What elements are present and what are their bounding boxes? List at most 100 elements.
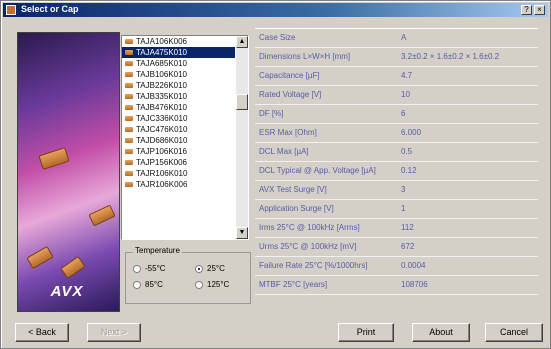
- property-row: Dimensions L×W×H [mm] 3.2±0.2 × 1.6±0.2 ×…: [255, 48, 538, 67]
- window-title: Select or Cap: [21, 4, 79, 14]
- property-value: 10: [401, 90, 410, 99]
- chip-graphic: [60, 255, 86, 280]
- list-item[interactable]: TAJA106K006: [122, 36, 248, 47]
- property-value: 1: [401, 204, 406, 213]
- property-label: Irms 25°C @ 100kHz [Arms]: [259, 223, 360, 232]
- property-row: Failure Rate 25°C [%/1000hrs] 0.0004: [255, 257, 538, 276]
- property-label: Application Surge [V]: [259, 204, 334, 213]
- property-row: DCL Typical @ App. Voltage [µA] 0.12: [255, 162, 538, 181]
- about-button[interactable]: About: [412, 323, 470, 342]
- list-item[interactable]: TAJR106K010: [122, 168, 248, 179]
- print-button[interactable]: Print: [338, 323, 394, 342]
- scroll-down-button[interactable]: ▼: [236, 227, 248, 239]
- temp-option-85[interactable]: 85°C: [133, 280, 163, 290]
- title-bar[interactable]: Select or Cap ? ×: [3, 3, 548, 17]
- capacitor-icon: [125, 83, 133, 88]
- capacitor-icon: [125, 138, 133, 143]
- list-item[interactable]: TAJC336K010: [122, 113, 248, 124]
- radio-icon: [133, 281, 141, 289]
- property-value: 6: [401, 109, 406, 118]
- list-item[interactable]: TAJB476K010: [122, 102, 248, 113]
- list-item-label: TAJP106K016: [136, 147, 187, 156]
- property-value: 0.5: [401, 147, 413, 156]
- property-value: 3.2±0.2 × 1.6±0.2 × 1.6±0.2: [401, 52, 500, 61]
- list-item[interactable]: TAJP156K006: [122, 157, 248, 168]
- list-scrollbar[interactable]: ▲ ▼: [236, 36, 248, 239]
- list-item[interactable]: TAJB335K010: [122, 91, 248, 102]
- scroll-up-button[interactable]: ▲: [236, 36, 248, 48]
- scroll-thumb[interactable]: [236, 94, 248, 110]
- property-row: DCL Max [µA] 0.5: [255, 143, 538, 162]
- list-item-label: TAJA475K010: [136, 48, 187, 57]
- property-value: 6.000: [401, 128, 422, 137]
- back-button[interactable]: < Back: [15, 323, 69, 342]
- list-item-label: TAJA685K010: [136, 59, 187, 68]
- property-value: 108706: [401, 280, 428, 289]
- group-frame: [125, 252, 251, 304]
- capacitor-icon: [125, 116, 133, 121]
- list-item[interactable]: TAJB106K010: [122, 69, 248, 80]
- properties-table: Case Size A Dimensions L×W×H [mm] 3.2±0.2 ×…: [255, 28, 538, 295]
- list-item-label: TAJP156K006: [136, 158, 187, 167]
- capacitor-icon: [125, 72, 133, 77]
- temp-option-25[interactable]: 25°C: [195, 264, 225, 274]
- chip-graphic: [88, 204, 116, 227]
- parts-listbox[interactable]: TAJA106K006 TAJA475K010 TAJA685K010 TAJB106…: [121, 35, 249, 240]
- cancel-button[interactable]: Cancel: [485, 323, 543, 342]
- property-label: Rated Voltage [V]: [259, 90, 322, 99]
- list-item[interactable]: TAJR106K006: [122, 179, 248, 190]
- list-item[interactable]: TAJP106K016: [122, 146, 248, 157]
- property-row: MTBF 25°C [years] 108706: [255, 276, 538, 295]
- temp-option-125[interactable]: 125°C: [195, 280, 229, 290]
- property-label: MTBF 25°C [years]: [259, 280, 328, 289]
- list-item-label: TAJB226K010: [136, 81, 187, 90]
- capacitor-icon: [125, 160, 133, 165]
- next-button[interactable]: Next >: [87, 323, 141, 342]
- list-item[interactable]: TAJC476K010: [122, 124, 248, 135]
- property-row: Irms 25°C @ 100kHz [Arms] 112: [255, 219, 538, 238]
- help-button[interactable]: ?: [521, 5, 532, 15]
- property-label: Dimensions L×W×H [mm]: [259, 52, 351, 61]
- radio-icon: [195, 281, 203, 289]
- property-label: Urms 25°C @ 100kHz [mV]: [259, 242, 357, 251]
- capacitor-icon: [125, 105, 133, 110]
- capacitor-image: AVX: [17, 32, 120, 312]
- list-item-label: TAJC336K010: [136, 114, 188, 123]
- list-item[interactable]: TAJA685K010: [122, 58, 248, 69]
- avx-logo: AVX: [50, 283, 84, 300]
- property-label: DF [%]: [259, 109, 284, 118]
- capacitor-icon: [125, 171, 133, 176]
- list-item[interactable]: TAJB226K010: [122, 80, 248, 91]
- property-label: DCL Max [µA]: [259, 147, 309, 156]
- capacitor-icon: [125, 39, 133, 44]
- capacitor-icon: [125, 182, 133, 187]
- list-item-label: TAJB335K010: [136, 92, 187, 101]
- property-value: 3: [401, 185, 406, 194]
- property-label: Capacitance [µF]: [259, 71, 320, 80]
- chip-graphic: [38, 147, 70, 170]
- temperature-group: Temperature -55°C 25°C 85°C 125°C: [121, 244, 251, 304]
- property-row: ESR Max [Ohm] 6.000: [255, 124, 538, 143]
- radio-selected-icon: [195, 265, 203, 273]
- list-item-label: TAJD686K010: [136, 136, 188, 145]
- close-button[interactable]: ×: [534, 5, 545, 15]
- capacitor-icon: [125, 50, 133, 55]
- list-item[interactable]: TAJA475K010: [122, 47, 235, 58]
- app-icon: [6, 5, 16, 15]
- capacitor-icon: [125, 127, 133, 132]
- temp-option-n55[interactable]: -55°C: [133, 264, 166, 274]
- property-label: DCL Typical @ App. Voltage [µA]: [259, 166, 376, 175]
- list-item-label: TAJR106K010: [136, 169, 188, 178]
- property-row: Rated Voltage [V] 10: [255, 86, 538, 105]
- radio-icon: [133, 265, 141, 273]
- list-item-label: TAJC476K010: [136, 125, 188, 134]
- property-value: 0.0004: [401, 261, 426, 270]
- property-row: DF [%] 6: [255, 105, 538, 124]
- property-row: Case Size A: [255, 29, 538, 48]
- property-value: 672: [401, 242, 415, 251]
- capacitor-icon: [125, 61, 133, 66]
- dialog-window: Select or Cap ? × AVX TAJA106K006 TAJA475…: [0, 0, 551, 349]
- parts-list: TAJA106K006 TAJA475K010 TAJA685K010 TAJB106…: [122, 36, 248, 190]
- chip-graphic: [26, 245, 54, 270]
- list-item[interactable]: TAJD686K010: [122, 135, 248, 146]
